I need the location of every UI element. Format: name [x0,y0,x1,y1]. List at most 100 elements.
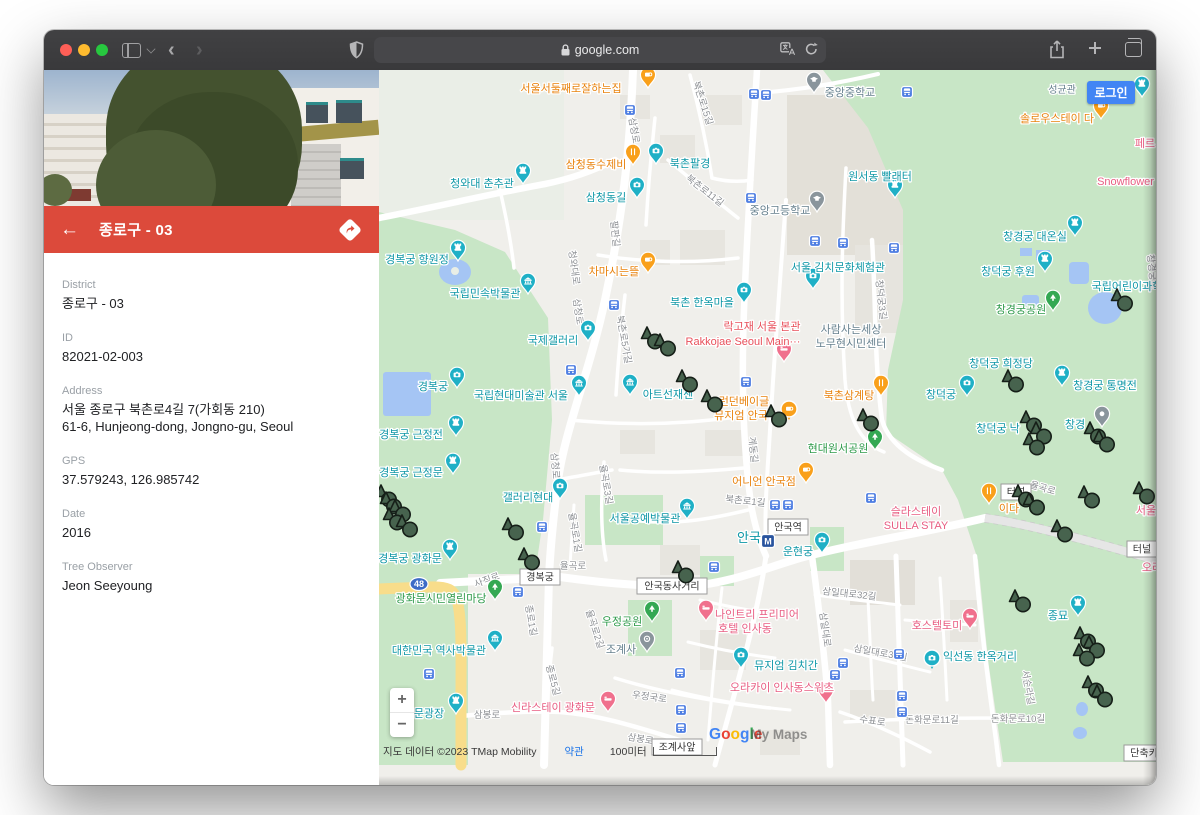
map-poi-label: 락고재 서울 본관 [724,320,801,333]
map-poi-label: Snowflower C [1097,176,1156,188]
svg-text:M: M [764,536,772,546]
bus-stop-icon [761,90,772,101]
new-tab-button[interactable] [1087,40,1103,56]
bus-stop-icon [609,300,620,311]
map-poi-label: 창경 [1065,418,1085,431]
road-label: 돈화문로11길 [905,714,959,726]
translate-icon[interactable] [780,42,796,56]
map-poi-label: 중앙고등학교 [750,204,811,217]
road-label: 돈화문로10길 [991,713,1045,725]
field-id: ID 82021-02-003 [62,332,361,365]
field-district: District종로구 - 03 [62,279,361,312]
map-poi-label: 노무현시민센터 [816,337,887,350]
map-poi-label: 국립민속박물관 [450,287,521,300]
bus-stop-icon [894,649,905,660]
back-button[interactable]: ‹ [168,40,175,60]
bus-stop-icon [902,87,913,98]
bus-stop-icon [537,522,548,533]
field-label: Date [62,508,361,520]
place-fields: District종로구 - 03 ID 82021-02-003 Address 서울 … [44,253,379,594]
road-label: 율곡로 [560,561,586,572]
map-poi-label: 종묘 [1048,610,1068,622]
map-poi-label: 현대원서공원 [808,442,869,455]
map-poi-label: 나인트리 프리미어 [715,608,799,621]
bus-stop-icon [566,365,577,376]
bus-stop-icon [838,658,849,669]
url-bar[interactable]: google.com [374,37,826,63]
google-my-maps-watermark: GoogleMy Maps [709,726,807,744]
field-value: 서울 종로구 북촌로4길 7(가회동 210) [62,401,361,418]
field-label: Address [62,385,361,397]
field-value: 37.579243, 126.985742 [62,471,361,488]
map-poi-label: 삼청동길 [586,191,626,204]
url-text: google.com [575,43,640,57]
map-poi-label: 서울 김치문화체험관 [791,261,885,274]
field-value: 82021-02-003 [62,348,361,365]
sidebar-toggle-icon[interactable] [122,43,141,58]
terms-link[interactable]: 약관 [565,744,584,759]
route-shield-number: 48 [414,579,424,589]
fullscreen-window-button[interactable] [96,44,108,56]
zoom-out-button[interactable]: − [390,713,414,737]
reload-icon[interactable] [805,42,818,56]
bus-stop-icon [709,562,720,573]
map-poi-label: 우정공원 [602,615,642,628]
minimize-window-button[interactable] [78,44,90,56]
attribution-text: 지도 데이터 ©2023 TMap Mobility [383,744,537,759]
scale-bar [653,747,717,756]
bus-stop-icon [513,587,524,598]
forward-button[interactable]: › [196,40,203,60]
directions-icon[interactable] [337,217,363,243]
bus-stop-icon [810,236,821,247]
lock-icon [561,44,570,56]
map-poi-label: 뮤지엄 안국 [714,409,768,422]
map-poi-label: 호텔 인사동 [718,622,772,635]
map-zoom-control: + − [390,688,414,737]
chevron-down-icon[interactable] [147,44,155,52]
map-poi-label: 오라카이 인사동스위츠 [730,681,834,694]
bus-stop-icon [675,668,686,679]
map-poi-label: 국립현대미술관 서울 [474,389,568,402]
field-date: Date2016 [62,508,361,541]
map-poi-label: 페르시 [1135,137,1156,150]
field-address: Address 서울 종로구 북촌로4길 7(가회동 210)61-6, Hunj… [62,385,361,435]
map-poi-label: 원서동 빨래터 [848,170,912,183]
field-label: Tree Observer [62,561,361,573]
map-poi-label: 경복궁 [418,380,448,393]
bus-stop-icon [676,705,687,716]
bus-stop-icon [897,707,908,718]
privacy-shield-icon[interactable] [349,41,364,64]
zoom-in-button[interactable]: + [390,688,414,713]
bus-stop-icon [830,670,841,681]
field-label: ID [62,332,361,344]
bus-stop-icon [746,193,757,204]
share-icon[interactable] [1049,40,1065,59]
map-poi-label: 창경궁 대온실 [1003,230,1067,243]
field-value: 61-6, Hunjeong-dong, Jongno-gu, Seoul [62,418,361,435]
map-poi-label: 광화문시민열린마당 [395,592,486,605]
map-poi-label: 경복궁 향원정 [385,253,449,266]
close-window-button[interactable] [60,44,72,56]
boxed-road-label-text: 안국동사거리 [644,581,699,593]
field-gps: GPS 37.579243, 126.985742 [62,455,361,488]
back-arrow-icon[interactable]: ← [60,219,79,241]
bus-stop-icon [741,377,752,388]
map-poi-label: 갤러리현대 [503,491,554,504]
map-poi-label: 런던베이글 [719,395,770,408]
tab-overview-button[interactable] [1125,42,1142,57]
map-pin-M[interactable]: M [762,535,775,548]
place-header: ← 종로구 - 03 [44,206,379,253]
map-poi-label: 서울공예박물관 [610,512,681,525]
map-poi-label: 경복궁 근정문 [379,466,443,479]
map-canvas[interactable]: 삼청로북촌로15길북촌로11길청와대로삼청로팔판길북촌로5가길계동길창덕궁3길창… [379,70,1156,785]
road-label: 삼봉로 [474,710,500,721]
map-poi-label: SULLA STAY [884,520,949,532]
map-poi-label: 경복궁 광화문 [379,552,442,565]
map-poi-label: 슬라스테이 [891,505,942,518]
place-detail-panel: ← 종로구 - 03 District종로구 - 03 ID 82021-02-00… [44,70,379,785]
login-button[interactable]: 로그인 [1087,81,1135,104]
field-label: GPS [62,455,361,467]
place-title: 종로구 - 03 [99,219,173,240]
map-poi-label: 창경궁 통명전 [1073,379,1137,392]
bus-stop-icon [424,669,435,680]
